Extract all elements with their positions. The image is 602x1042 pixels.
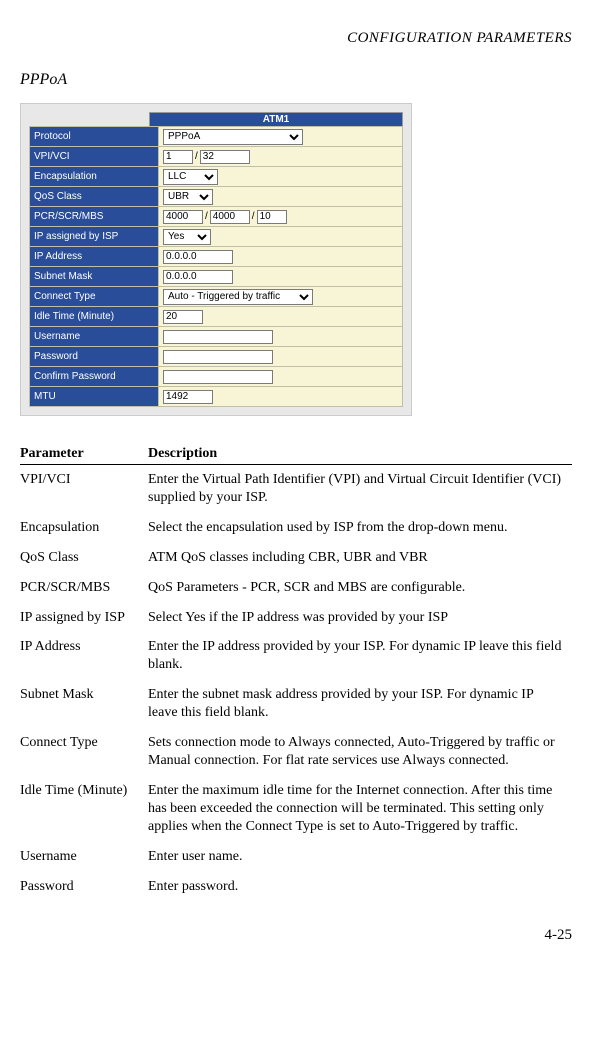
table-row: Idle Time (Minute)Enter the maximum idle… <box>20 776 572 842</box>
table-row: UsernameEnter user name. <box>20 842 572 872</box>
vci-input[interactable] <box>200 150 250 164</box>
scr-input[interactable] <box>210 210 250 224</box>
running-head: CONFIGURATION PARAMETERS <box>20 30 572 47</box>
ipassigned-select[interactable]: Yes <box>163 229 211 245</box>
param-desc: Enter password. <box>148 872 572 902</box>
encap-select[interactable]: LLC <box>163 169 218 185</box>
param-desc: Enter the maximum idle time for the Inte… <box>148 776 572 842</box>
param-desc: Sets connection mode to Always connected… <box>148 728 572 776</box>
protocol-select[interactable]: PPPoA <box>163 129 303 145</box>
username-input[interactable] <box>163 330 273 344</box>
table-row: PCR/SCR/MBSQoS Parameters - PCR, SCR and… <box>20 573 572 603</box>
table-row: QoS ClassATM QoS classes including CBR, … <box>20 543 572 573</box>
table-row: IP AddressEnter the IP address provided … <box>20 632 572 680</box>
ipaddr-input[interactable] <box>163 250 233 264</box>
ipaddr-label: IP Address <box>30 247 159 267</box>
param-name: Password <box>20 872 148 902</box>
table-row: VPI/VCIEnter the Virtual Path Identifier… <box>20 465 572 513</box>
slash: / <box>195 151 198 162</box>
subnet-label: Subnet Mask <box>30 267 159 287</box>
param-desc: QoS Parameters - PCR, SCR and MBS are co… <box>148 573 572 603</box>
page-number: 4-25 <box>20 927 572 944</box>
username-label: Username <box>30 327 159 347</box>
encap-label: Encapsulation <box>30 167 159 187</box>
parameter-table: Parameter Description VPI/VCIEnter the V… <box>20 444 572 901</box>
mbs-input[interactable] <box>257 210 287 224</box>
param-desc: ATM QoS classes including CBR, UBR and V… <box>148 543 572 573</box>
qos-select[interactable]: UBR <box>163 189 213 205</box>
ipassigned-label: IP assigned by ISP <box>30 227 159 247</box>
param-desc: Select the encapsulation used by ISP fro… <box>148 513 572 543</box>
atm-header: ATM1 <box>149 112 403 126</box>
col-parameter: Parameter <box>20 444 148 465</box>
param-name: Username <box>20 842 148 872</box>
password-input[interactable] <box>163 350 273 364</box>
param-name: VPI/VCI <box>20 465 148 513</box>
param-name: PCR/SCR/MBS <box>20 573 148 603</box>
slash: / <box>252 211 255 222</box>
confirm-input[interactable] <box>163 370 273 384</box>
param-desc: Enter user name. <box>148 842 572 872</box>
idle-input[interactable] <box>163 310 203 324</box>
col-description: Description <box>148 444 572 465</box>
table-row: Subnet MaskEnter the subnet mask address… <box>20 680 572 728</box>
param-name: Connect Type <box>20 728 148 776</box>
slash: / <box>205 211 208 222</box>
param-name: QoS Class <box>20 543 148 573</box>
section-title: PPPoA <box>20 71 572 89</box>
param-name: IP assigned by ISP <box>20 603 148 633</box>
mtu-input[interactable] <box>163 390 213 404</box>
param-name: Encapsulation <box>20 513 148 543</box>
confirm-label: Confirm Password <box>30 367 159 387</box>
vpivci-label: VPI/VCI <box>30 147 159 167</box>
mtu-label: MTU <box>30 387 159 407</box>
password-label: Password <box>30 347 159 367</box>
param-desc: Enter the subnet mask address provided b… <box>148 680 572 728</box>
param-name: Idle Time (Minute) <box>20 776 148 842</box>
table-row: PasswordEnter password. <box>20 872 572 902</box>
pcr-input[interactable] <box>163 210 203 224</box>
config-table: Protocol PPPoA VPI/VCI / Encapsulation L… <box>29 126 403 407</box>
connect-select[interactable]: Auto - Triggered by traffic <box>163 289 313 305</box>
connect-label: Connect Type <box>30 287 159 307</box>
qos-label: QoS Class <box>30 187 159 207</box>
param-desc: Enter the IP address provided by your IS… <box>148 632 572 680</box>
table-row: IP assigned by ISPSelect Yes if the IP a… <box>20 603 572 633</box>
protocol-label: Protocol <box>30 127 159 147</box>
param-desc: Enter the Virtual Path Identifier (VPI) … <box>148 465 572 513</box>
table-row: Connect TypeSets connection mode to Alwa… <box>20 728 572 776</box>
subnet-input[interactable] <box>163 270 233 284</box>
vpi-input[interactable] <box>163 150 193 164</box>
param-desc: Select Yes if the IP address was provide… <box>148 603 572 633</box>
param-name: Subnet Mask <box>20 680 148 728</box>
pcr-label: PCR/SCR/MBS <box>30 207 159 227</box>
config-screenshot: ATM1 Protocol PPPoA VPI/VCI / Encapsulat… <box>20 103 412 416</box>
idle-label: Idle Time (Minute) <box>30 307 159 327</box>
param-name: IP Address <box>20 632 148 680</box>
table-row: EncapsulationSelect the encapsulation us… <box>20 513 572 543</box>
